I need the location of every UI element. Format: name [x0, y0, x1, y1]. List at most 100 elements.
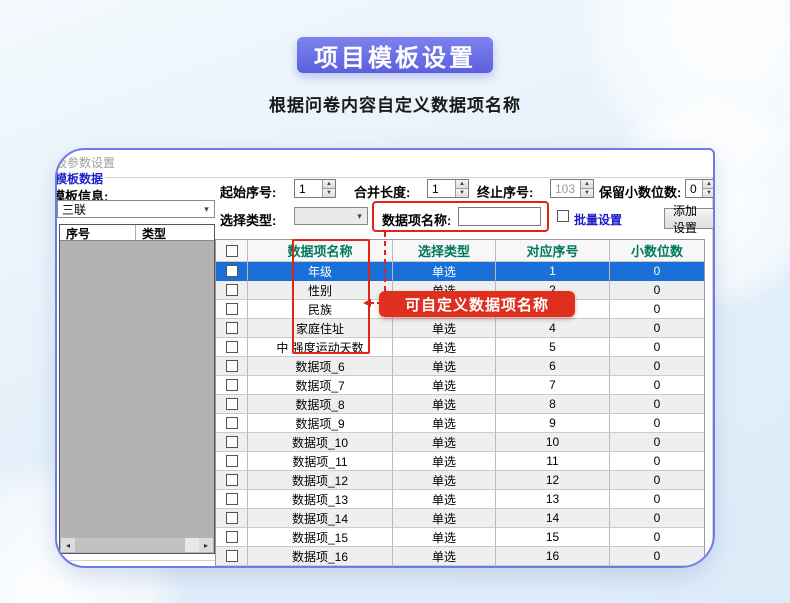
row-checkbox[interactable] — [226, 379, 238, 391]
header-serial: 对应序号 — [496, 240, 610, 262]
row-checkbox-cell — [216, 528, 248, 547]
serial-cell: 11 — [496, 452, 610, 471]
item-name-cell: 数据项_10 — [248, 433, 393, 452]
template-item-list[interactable]: 序号 类型 ◂ ▸ — [59, 224, 215, 554]
select-type-cell: 单选 — [393, 395, 496, 414]
table-row[interactable]: 数据项_16单选160 — [216, 547, 704, 566]
row-checkbox[interactable] — [226, 550, 238, 562]
row-checkbox-cell — [216, 452, 248, 471]
end-serial-label: 终止序号: — [477, 182, 533, 201]
template-select[interactable]: 三联 ▾ — [57, 200, 215, 218]
row-checkbox[interactable] — [226, 398, 238, 410]
row-checkbox[interactable] — [226, 493, 238, 505]
scrollbar-track[interactable] — [75, 538, 199, 552]
serial-cell: 10 — [496, 433, 610, 452]
chevron-down-icon: ▾ — [199, 204, 214, 215]
table-row[interactable]: 数据项_6单选60 — [216, 357, 704, 376]
row-checkbox[interactable] — [226, 417, 238, 429]
data-items-table: 数据项名称 选择类型 对应序号 小数位数 年级单选10性别单选20民族单选30家… — [215, 239, 705, 567]
table-row[interactable]: 家庭住址单选40 — [216, 319, 704, 338]
select-type-cell: 单选 — [393, 338, 496, 357]
row-checkbox[interactable] — [226, 455, 238, 467]
serial-cell: 1 — [496, 262, 610, 281]
serial-cell: 9 — [496, 414, 610, 433]
table-row[interactable]: 中 强度运动天数单选50 — [216, 338, 704, 357]
row-checkbox[interactable] — [226, 531, 238, 543]
decimals-cell: 0 — [610, 509, 704, 528]
add-settings-button[interactable]: 添加设置 — [664, 208, 714, 229]
row-checkbox-cell — [216, 471, 248, 490]
select-type-label: 选择类型: — [220, 210, 276, 229]
decimals-cell: 0 — [610, 357, 704, 376]
end-serial-stepper: 103 ▲▼ — [550, 179, 594, 198]
scroll-left-icon[interactable]: ◂ — [61, 538, 75, 552]
row-checkbox[interactable] — [226, 341, 238, 353]
select-type-cell: 单选 — [393, 433, 496, 452]
decimals-cell: 0 — [610, 528, 704, 547]
select-type-cell: 单选 — [393, 490, 496, 509]
list-col-serial: 序号 — [60, 225, 136, 240]
select-type-dropdown[interactable]: ▾ — [294, 207, 368, 225]
decimal-keep-stepper[interactable]: 0 ▲▼ — [685, 179, 715, 198]
serial-cell: 13 — [496, 490, 610, 509]
table-row[interactable]: 数据项_7单选70 — [216, 376, 704, 395]
item-name-cell: 数据项_16 — [248, 547, 393, 566]
row-checkbox-cell — [216, 338, 248, 357]
row-checkbox[interactable] — [226, 303, 238, 315]
decimal-keep-value: 0 — [686, 180, 702, 197]
table-row[interactable]: 数据项_10单选100 — [216, 433, 704, 452]
table-row[interactable]: 数据项_8单选80 — [216, 395, 704, 414]
header-decimals: 小数位数 — [610, 240, 704, 262]
select-all-checkbox[interactable] — [226, 245, 238, 257]
spinner-arrows-icon[interactable]: ▲▼ — [702, 180, 715, 197]
table-row[interactable]: 数据项_9单选90 — [216, 414, 704, 433]
chevron-down-icon: ▾ — [352, 211, 367, 222]
row-checkbox[interactable] — [226, 284, 238, 296]
select-type-cell: 单选 — [393, 414, 496, 433]
item-name-cell: 数据项_14 — [248, 509, 393, 528]
row-checkbox[interactable] — [226, 512, 238, 524]
table-row[interactable]: 数据项_11单选110 — [216, 452, 704, 471]
decimals-cell: 0 — [610, 376, 704, 395]
serial-cell: 16 — [496, 547, 610, 566]
table-row[interactable]: 年级单选10 — [216, 262, 704, 281]
spinner-arrows-icon[interactable]: ▲▼ — [322, 180, 335, 197]
merge-length-label: 合并长度: — [354, 182, 410, 201]
row-checkbox-cell — [216, 262, 248, 281]
table-row[interactable]: 数据项_13单选130 — [216, 490, 704, 509]
spinner-arrows-icon[interactable]: ▲▼ — [455, 180, 468, 197]
table-row[interactable]: 数据项_15单选150 — [216, 528, 704, 547]
scroll-right-icon[interactable]: ▸ — [199, 538, 213, 552]
row-checkbox[interactable] — [226, 360, 238, 372]
annotation-balloon: 可自定义数据项名称 — [379, 291, 575, 317]
decimals-cell: 0 — [610, 433, 704, 452]
row-checkbox[interactable] — [226, 436, 238, 448]
row-checkbox[interactable] — [226, 474, 238, 486]
horizontal-scrollbar[interactable]: ◂ ▸ — [61, 538, 213, 552]
header-select-type: 选择类型 — [393, 240, 496, 262]
serial-cell: 14 — [496, 509, 610, 528]
scrollbar-thumb[interactable] — [75, 538, 185, 552]
row-checkbox[interactable] — [226, 322, 238, 334]
item-name-cell: 数据项_6 — [248, 357, 393, 376]
batch-set-checkbox[interactable] — [557, 210, 569, 222]
page-subtitle: 根据问卷内容自定义数据项名称 — [0, 91, 790, 116]
table-row[interactable]: 数据项_12单选120 — [216, 471, 704, 490]
item-name-cell: 数据项_11 — [248, 452, 393, 471]
item-name-cell: 数据项_13 — [248, 490, 393, 509]
page-background: 项目模板设置 根据问卷内容自定义数据项名称 模板参数设置 模板数据 模板信息: … — [0, 0, 790, 603]
row-checkbox-cell — [216, 376, 248, 395]
select-all-cell — [216, 240, 248, 262]
table-row[interactable]: 数据项_14单选140 — [216, 509, 704, 528]
decimal-keep-label: 保留小数位数: — [599, 182, 681, 201]
row-checkbox[interactable] — [226, 265, 238, 277]
settings-dialog: 模板参数设置 模板数据 模板信息: 三联 ▾ 序号 类型 ◂ ▸ 起始序号: — [55, 148, 715, 568]
merge-length-stepper[interactable]: 1 ▲▼ — [427, 179, 469, 198]
serial-cell: 7 — [496, 376, 610, 395]
row-checkbox-cell — [216, 357, 248, 376]
decimals-cell: 0 — [610, 395, 704, 414]
row-checkbox-cell — [216, 281, 248, 300]
decimals-cell: 0 — [610, 414, 704, 433]
select-type-cell: 单选 — [393, 452, 496, 471]
start-serial-stepper[interactable]: 1 ▲▼ — [294, 179, 336, 198]
